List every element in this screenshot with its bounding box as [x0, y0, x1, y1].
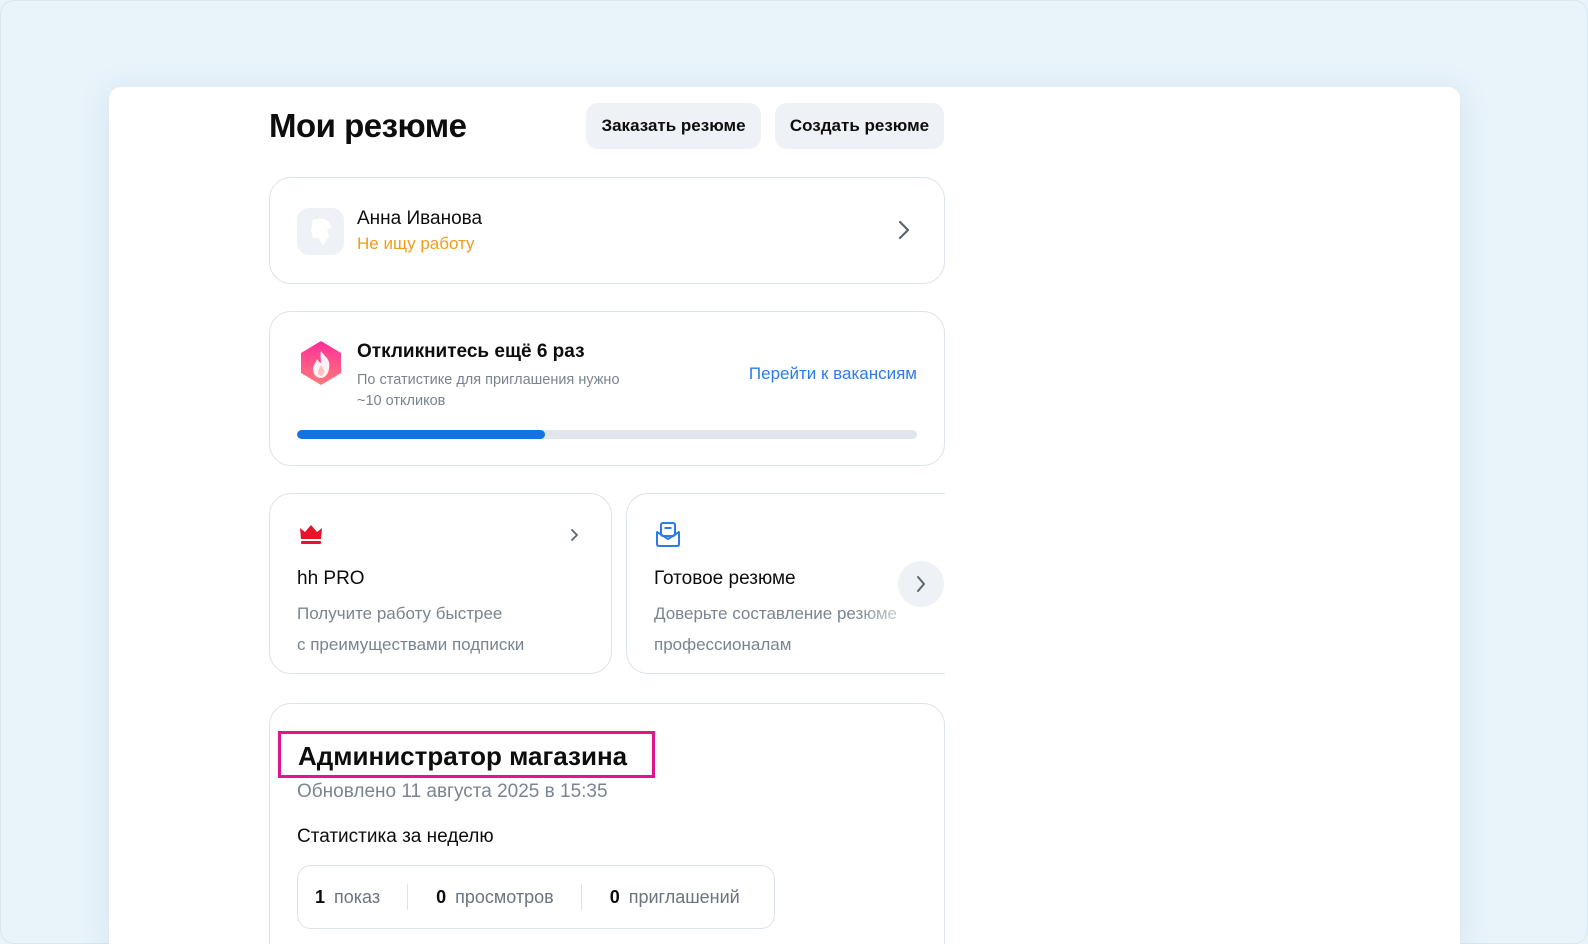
stat-shows: 1 показ	[315, 887, 380, 908]
stat-value: 0	[609, 886, 620, 907]
envelope-resume-icon	[656, 522, 680, 547]
fire-icon	[301, 341, 341, 385]
profile-name: Анна Иванова	[357, 208, 483, 229]
weekly-stats: 1 показ 0 просмотров 0 приглашений	[297, 865, 775, 929]
response-title: Откликнитесь ещё 6 раз	[357, 341, 585, 362]
avatar	[297, 208, 344, 255]
page-header: Мои резюме Заказать резюме Создать резюм…	[269, 103, 945, 149]
stat-divider	[580, 884, 582, 910]
response-description-line1: По статистике для приглашения нужно	[357, 372, 620, 388]
main-panel: Мои резюме Заказать резюме Создать резюм…	[109, 87, 1460, 944]
stat-divider	[407, 884, 409, 910]
chevron-right-icon	[917, 576, 925, 592]
response-description: По статистике для приглашения нужно ~10 …	[357, 370, 677, 412]
profile-status: Не ищу работу	[357, 234, 475, 253]
resume-title-highlight: Администратор магазина	[278, 731, 655, 778]
carousel-next-button[interactable]	[898, 561, 944, 607]
response-progress-card: Откликнитесь ещё 6 раз По статистике для…	[269, 311, 945, 466]
stat-value: 0	[436, 886, 447, 907]
chevron-right-icon	[571, 529, 578, 541]
stat-label: просмотров	[455, 886, 554, 907]
resume-title[interactable]: Администратор магазина	[298, 741, 627, 772]
response-progress-fill	[297, 430, 545, 439]
response-progress-bar	[297, 430, 917, 439]
promo-carousel: hh PRO Получите работу быстрее с преимущ…	[269, 493, 945, 674]
profile-card[interactable]: Анна Иванова Не ищу работу	[269, 177, 945, 284]
stat-views: 0 просмотров	[436, 887, 554, 908]
create-resume-button[interactable]: Создать резюме	[775, 103, 944, 149]
stats-label: Статистика за неделю	[297, 826, 494, 847]
stat-invitations: 0 приглашений	[610, 887, 740, 908]
go-to-vacancies-link[interactable]: Перейти к вакансиям	[749, 364, 917, 384]
stat-label: приглашений	[628, 886, 740, 907]
promo-title: hh PRO	[297, 568, 365, 589]
stat-value: 1	[315, 886, 326, 907]
promo-description-line2: с преимуществами подписки	[297, 635, 525, 654]
page-title: Мои резюме	[269, 107, 467, 144]
promo-card-hh-pro[interactable]: hh PRO Получите работу быстрее с преимущ…	[269, 493, 612, 674]
stat-label: показ	[334, 886, 381, 907]
chevron-right-icon	[898, 220, 910, 240]
crown-icon	[300, 525, 322, 544]
promo-description-line1: Получите работу быстрее	[297, 604, 503, 623]
promo-title: Готовое резюме	[654, 568, 796, 589]
response-description-line2: ~10 откликов	[357, 393, 446, 409]
user-placeholder-icon	[310, 218, 331, 246]
resume-updated-date: Обновлено 11 августа 2025 в 15:35	[297, 781, 608, 802]
order-resume-button[interactable]: Заказать резюме	[586, 103, 761, 149]
promo-description: Получите работу быстрее с преимуществами…	[297, 598, 524, 660]
resume-card[interactable]: Администратор магазина Обновлено 11 авгу…	[269, 703, 945, 944]
